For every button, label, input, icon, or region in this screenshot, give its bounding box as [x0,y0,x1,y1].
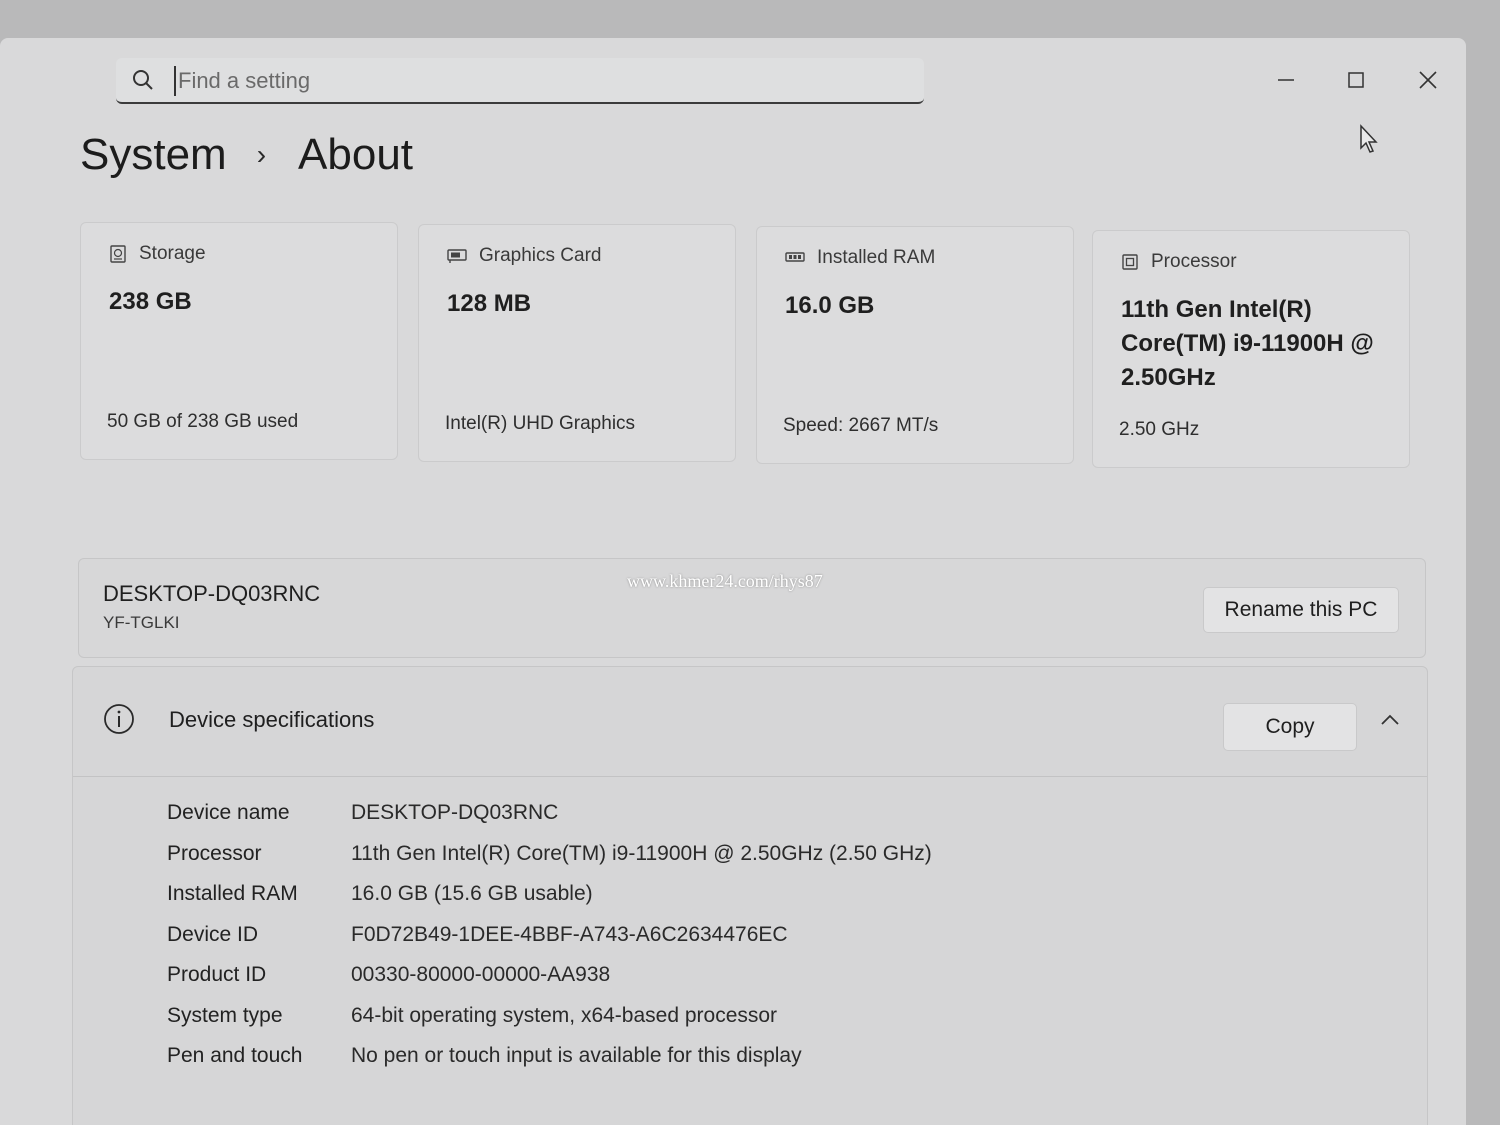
page-title: About [298,130,414,179]
device-model: YF-TGLKI [103,613,180,632]
spec-key: Product ID [167,963,267,987]
copy-button[interactable]: Copy [1223,703,1357,751]
table-row: Product ID 00330-80000-00000-AA938 [167,955,932,996]
card-value: 11th Gen Intel(R) Core(TM) i9-11900H @ 2… [1121,296,1374,391]
processor-card[interactable]: Processor 11th Gen Intel(R) Core(TM) i9-… [1092,230,1410,468]
card-subtext: 2.50 GHz [1119,419,1200,440]
table-row: Processor 11th Gen Intel(R) Core(TM) i9-… [167,834,932,875]
processor-icon [1122,254,1138,270]
search-input[interactable] [174,66,880,96]
maximize-button[interactable] [1336,60,1376,100]
device-name: DESKTOP-DQ03RNC [103,581,321,606]
table-row: Pen and touch No pen or touch input is a… [167,1036,932,1077]
card-value: 16.0 GB [785,292,875,319]
close-icon [1419,71,1437,89]
graphics-card-icon [447,249,467,263]
spec-value: DESKTOP-DQ03RNC [351,801,559,825]
spec-key: Device ID [167,922,259,946]
table-row: System type 64-bit operating system, x64… [167,996,932,1037]
spec-value: 00330-80000-00000-AA938 [351,963,611,987]
ram-icon [785,252,805,262]
device-specifications-header[interactable]: Device specifications Copy [73,667,1427,777]
card-subtext: Intel(R) UHD Graphics [445,413,636,434]
installed-ram-card[interactable]: Installed RAM 16.0 GB Speed: 2667 MT/s [756,226,1074,464]
spec-key: Installed RAM [167,882,298,906]
breadcrumb-separator: › [256,139,267,170]
device-name-panel: DESKTOP-DQ03RNC YF-TGLKI www.khmer24.com… [78,558,1426,658]
spec-value: 64-bit operating system, x64-based proce… [351,1003,778,1027]
spec-value: 16.0 GB (15.6 GB usable) [351,882,593,906]
spec-key: Pen and touch [167,1044,303,1068]
spec-value: No pen or touch input is available for t… [351,1044,802,1068]
table-row: Device ID F0D72B49-1DEE-4BBF-A743-A6C263… [167,915,932,956]
card-subtext: Speed: 2667 MT/s [783,415,939,436]
table-row: Device name DESKTOP-DQ03RNC [167,793,932,834]
card-label: Installed RAM [817,247,936,268]
spec-key: System type [167,1003,283,1027]
card-label: Processor [1151,251,1237,272]
search-box[interactable] [116,58,924,104]
card-value: 128 MB [447,290,532,317]
minimize-icon [1278,79,1294,81]
watermark-text: www.khmer24.com/rhys87 [627,571,823,591]
mouse-cursor-icon [1360,124,1378,153]
spec-key: Device name [167,801,290,825]
table-row: Installed RAM 16.0 GB (15.6 GB usable) [167,874,932,915]
chevron-up-icon[interactable] [1379,713,1401,727]
card-label: Storage [139,243,206,264]
rename-pc-button[interactable]: Rename this PC [1203,587,1399,633]
breadcrumb: System › About [80,130,413,180]
settings-window: System › About Storage 238 GB 50 GB of 2… [0,38,1466,1125]
storage-icon [110,245,126,263]
maximize-icon [1348,72,1364,88]
spec-value: F0D72B49-1DEE-4BBF-A743-A6C2634476EC [351,922,788,946]
graphics-card-card[interactable]: Graphics Card 128 MB Intel(R) UHD Graphi… [418,224,736,462]
card-value: 238 GB [109,288,192,315]
spec-value: 11th Gen Intel(R) Core(TM) i9-11900H @ 2… [351,841,932,865]
search-icon [133,70,153,90]
info-icon [104,704,134,734]
spec-key: Processor [167,841,262,865]
card-label: Graphics Card [479,245,602,266]
specifications-table: Device name DESKTOP-DQ03RNC Processor 11… [167,793,932,1077]
card-subtext: 50 GB of 238 GB used [107,411,299,432]
section-title: Device specifications [169,707,375,732]
storage-card[interactable]: Storage 238 GB 50 GB of 238 GB used [80,222,398,460]
close-button[interactable] [1408,60,1448,100]
breadcrumb-parent[interactable]: System [80,130,227,180]
device-specifications-panel: Device specifications Copy Device name D… [72,666,1428,1125]
minimize-button[interactable] [1266,60,1306,100]
